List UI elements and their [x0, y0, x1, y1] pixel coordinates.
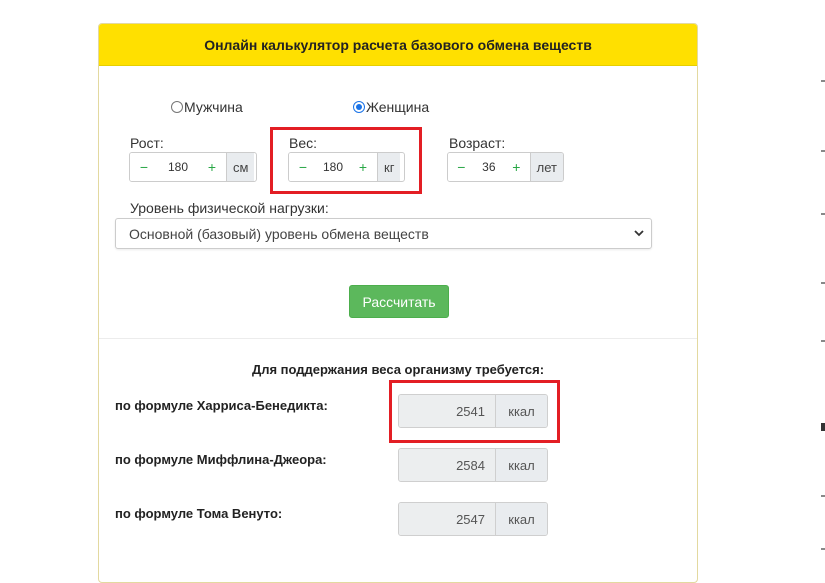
radio-male[interactable]	[171, 101, 183, 113]
chevron-down-icon	[634, 230, 644, 237]
edge-fragment	[821, 282, 825, 284]
height-input[interactable]: 180	[158, 153, 198, 181]
result-highlight-frame	[389, 380, 560, 443]
height-unit: см	[226, 153, 255, 181]
formula-mifflin-jeor-label: по формуле Миффлина-Джеора:	[115, 452, 327, 467]
height-decrement-button[interactable]: −	[130, 153, 158, 181]
calculate-button[interactable]: Рассчитать	[349, 285, 449, 318]
gender-female-option[interactable]: Женщина	[353, 99, 429, 115]
mifflin-jeor-value: 2584	[399, 449, 495, 481]
height-label: Рост:	[130, 135, 164, 151]
gender-male-label: Мужчина	[184, 99, 243, 115]
edge-fragment	[821, 423, 825, 431]
edge-fragment	[821, 340, 825, 342]
mifflin-jeor-result: 2584 ккал	[398, 448, 548, 482]
edge-fragment	[821, 80, 825, 82]
tom-venuto-value: 2547	[399, 503, 495, 535]
age-stepper: − 36 + лет	[447, 152, 564, 182]
age-label: Возраст:	[449, 135, 506, 151]
weight-highlight-frame	[270, 127, 422, 194]
tom-venuto-result: 2547 ккал	[398, 502, 548, 536]
edge-fragment	[821, 495, 825, 497]
activity-select[interactable]: Основной (базовый) уровень обмена вещест…	[115, 218, 652, 249]
mifflin-jeor-unit: ккал	[495, 449, 547, 481]
calculator-title: Онлайн калькулятор расчета базового обме…	[99, 24, 697, 66]
gender-female-label: Женщина	[366, 99, 430, 115]
tom-venuto-unit: ккал	[495, 503, 547, 535]
age-increment-button[interactable]: +	[503, 153, 530, 181]
height-stepper: − 180 + см	[129, 152, 257, 182]
age-unit: лет	[529, 153, 563, 181]
calculator-card: Онлайн калькулятор расчета базового обме…	[98, 23, 698, 583]
formula-harris-benedict-label: по формуле Харриса-Бенедикта:	[115, 398, 328, 413]
radio-female[interactable]	[353, 101, 365, 113]
age-decrement-button[interactable]: −	[448, 153, 475, 181]
results-title: Для поддержания веса организму требуется…	[251, 362, 545, 377]
activity-label: Уровень физической нагрузки:	[130, 200, 329, 216]
height-increment-button[interactable]: +	[198, 153, 226, 181]
edge-fragment	[821, 548, 825, 550]
section-divider	[99, 338, 697, 339]
activity-selected-value: Основной (базовый) уровень обмена вещест…	[129, 225, 429, 242]
edge-fragment	[821, 150, 825, 152]
edge-fragment	[821, 213, 825, 215]
gender-male-option[interactable]: Мужчина	[171, 99, 243, 115]
formula-tom-venuto-label: по формуле Тома Венуто:	[115, 506, 283, 521]
age-input[interactable]: 36	[475, 153, 503, 181]
